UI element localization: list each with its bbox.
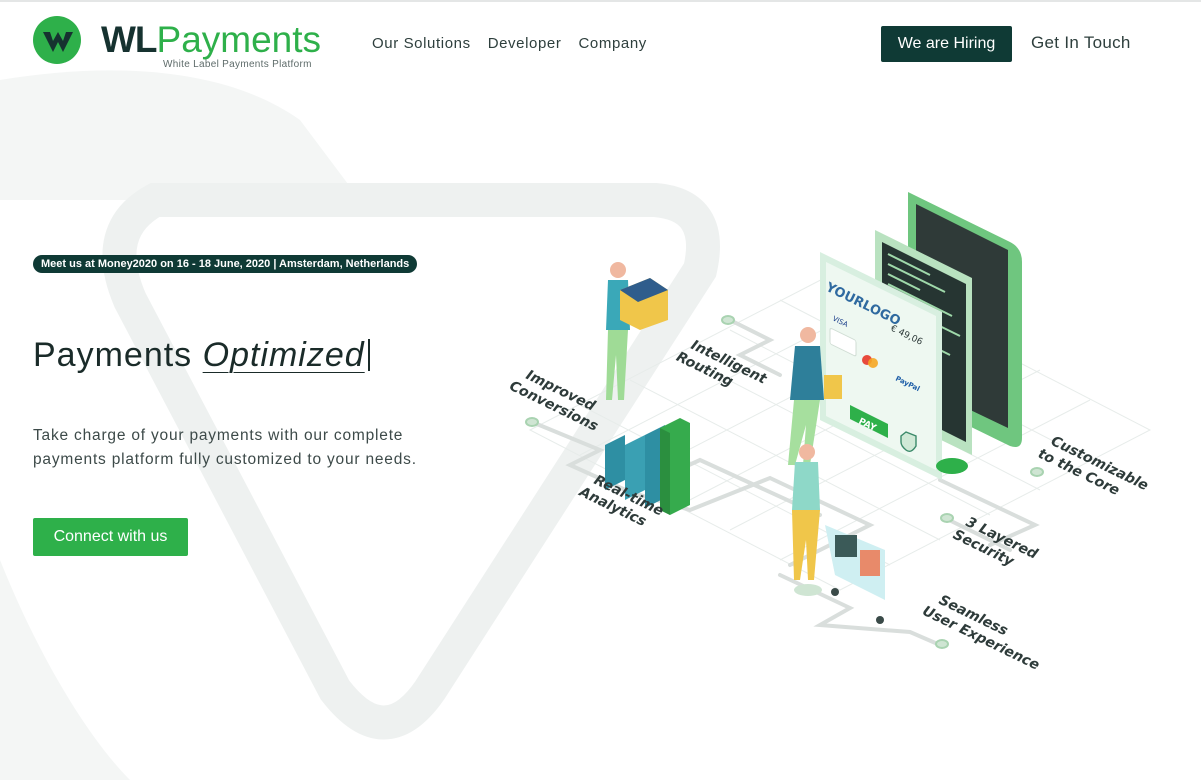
- connect-with-us-button[interactable]: Connect with us: [33, 518, 188, 556]
- we-are-hiring-button[interactable]: We are Hiring: [881, 26, 1012, 62]
- brand-logo[interactable]: WLPayments White Label Payments Platform: [33, 14, 343, 74]
- feature-label: Customizable to the Core: [1035, 431, 1155, 512]
- brand-name: WLPayments: [101, 18, 321, 62]
- get-in-touch-link[interactable]: Get In Touch: [1031, 33, 1131, 53]
- hero-description: Take charge of your payments with our co…: [33, 427, 417, 468]
- hero-title: Payments Optimized: [33, 336, 370, 375]
- brand-tagline: White Label Payments Platform: [163, 59, 312, 70]
- feature-label: Seamless User Experience: [920, 588, 1050, 674]
- green-platform-node: [936, 458, 968, 474]
- brand-name-secondary: Payments: [156, 19, 322, 60]
- cart-floor-node: [794, 584, 822, 596]
- nav-developer[interactable]: Developer: [488, 35, 562, 52]
- site-header: WLPayments White Label Payments Platform…: [0, 0, 1201, 90]
- person-with-cart: [792, 444, 885, 624]
- wl-logo-icon: [33, 16, 81, 64]
- feature-label: Improved Conversions: [507, 363, 608, 435]
- person-with-gift-box: [606, 262, 668, 400]
- event-badge: Meet us at Money2020 on 16 - 18 June, 20…: [33, 255, 418, 273]
- nav-our-solutions[interactable]: Our Solutions: [372, 35, 471, 52]
- brand-name-primary: WL: [101, 19, 158, 60]
- payments-illustration: YOURLOGO € 49,06 VISA PayPal PAY Improve…: [507, 192, 1155, 674]
- main-nav: Our Solutions Developer Company: [372, 35, 647, 52]
- hero-title-emphasis: Optimized: [202, 336, 365, 374]
- typing-caret: [367, 339, 370, 371]
- hero-title-prefix: Payments: [33, 336, 203, 374]
- nav-company[interactable]: Company: [578, 35, 646, 52]
